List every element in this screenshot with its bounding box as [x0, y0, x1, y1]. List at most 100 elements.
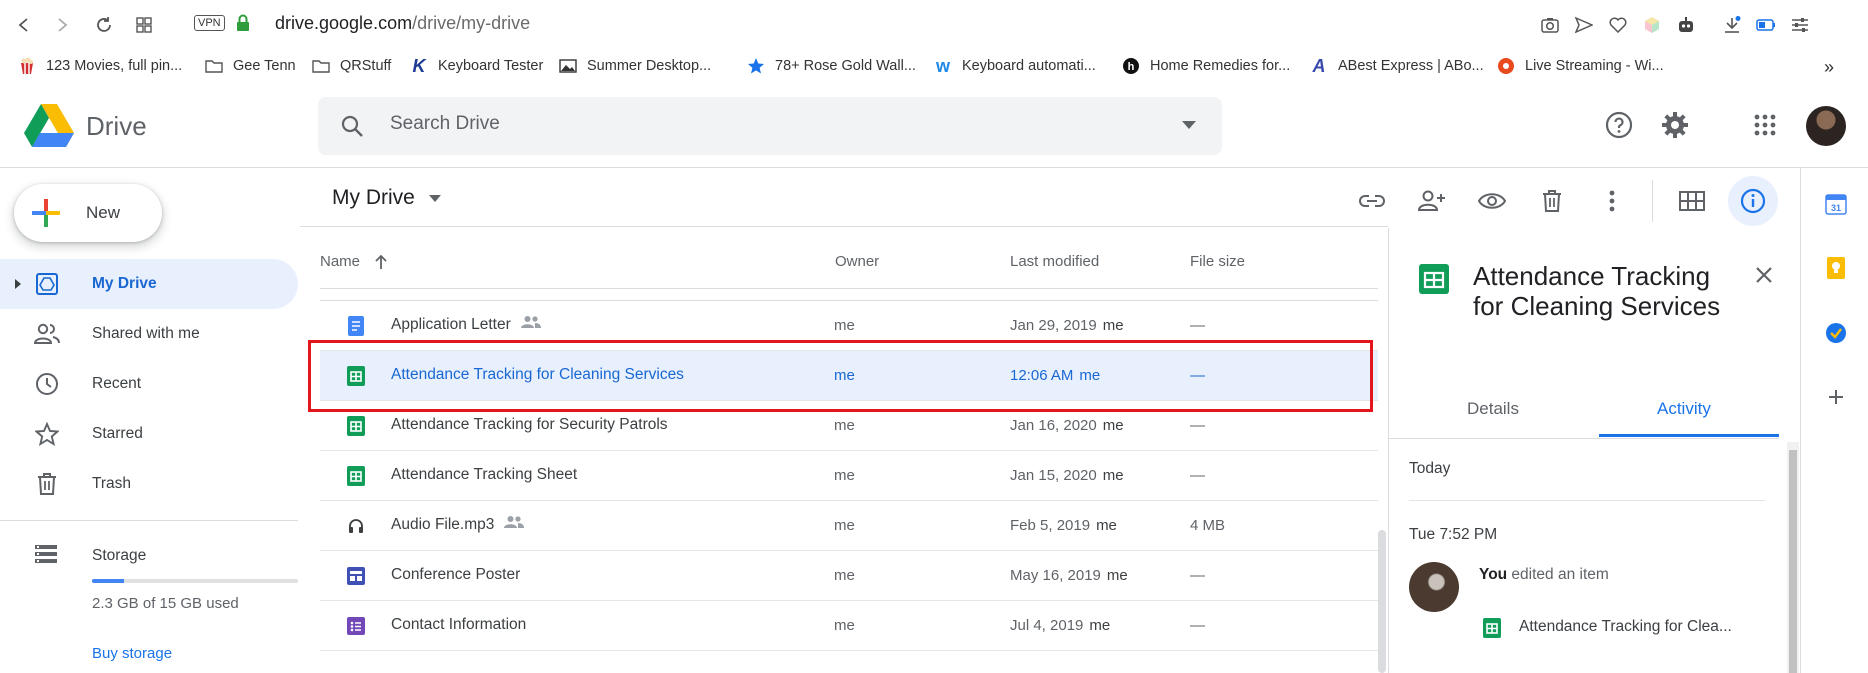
bookmark-item[interactable]: 78+ Rose Gold Wall... — [747, 57, 916, 75]
close-icon[interactable] — [1755, 266, 1773, 284]
bookmark-label: 78+ Rose Gold Wall... — [775, 58, 916, 74]
bookmark-label: ABest Express | ABo... — [1338, 58, 1484, 74]
account-avatar[interactable] — [1806, 106, 1846, 146]
expand-caret-icon[interactable] — [14, 278, 22, 290]
settings-gear-icon[interactable] — [1660, 110, 1690, 140]
settings-sliders-icon[interactable] — [1788, 13, 1812, 37]
browser-toolbar-right — [1538, 10, 1868, 40]
column-header-size[interactable]: File size — [1190, 253, 1245, 270]
add-addon-icon[interactable] — [1823, 384, 1849, 410]
reload-icon[interactable] — [90, 11, 118, 39]
file-owner: me — [834, 567, 855, 584]
sidebar: New My Drive Shared with me Recent Starr… — [0, 168, 300, 673]
table-row[interactable]: Audio File.mp3 me Feb 5, 2019 me 4 MB — [320, 501, 1378, 551]
forward-icon[interactable] — [48, 11, 76, 39]
camera-icon[interactable] — [1538, 13, 1562, 37]
help-icon[interactable] — [1604, 110, 1634, 140]
bookmark-label: Keyboard Tester — [438, 58, 544, 74]
storage-label[interactable]: Storage — [92, 547, 146, 565]
file-owner: me — [834, 517, 855, 534]
more-actions-icon[interactable] — [1594, 183, 1630, 219]
column-header-modified[interactable]: Last modified — [1010, 253, 1099, 270]
preview-eye-icon[interactable] — [1474, 183, 1510, 219]
table-row[interactable]: Contact Information me Jul 4, 2019 me — — [320, 601, 1378, 651]
bookmark-item[interactable]: K Keyboard Tester — [410, 56, 544, 76]
table-row[interactable]: Attendance Tracking for Security Patrols… — [320, 401, 1378, 451]
heart-icon[interactable] — [1606, 13, 1630, 37]
column-header-owner[interactable]: Owner — [835, 253, 879, 270]
activity-file-link[interactable]: Attendance Tracking for Clea... — [1519, 618, 1732, 636]
modified-by: me — [1089, 617, 1111, 634]
file-modified: Jul 4, 2019 me — [1010, 617, 1110, 634]
modified-date: May 16, 2019 — [1010, 567, 1101, 584]
bookmark-item[interactable]: Summer Desktop... — [559, 57, 711, 75]
more-bookmarks-icon[interactable]: » — [1824, 57, 1834, 78]
bookmark-item[interactable]: A ABest Express | ABo... — [1310, 56, 1484, 76]
cube-icon[interactable] — [1640, 13, 1664, 37]
url-field[interactable]: drive.google.com/drive/my-drive — [275, 13, 530, 34]
storage-bar — [92, 579, 298, 583]
storage-bar-fill — [92, 579, 124, 583]
bookmark-item[interactable]: h Home Remedies for... — [1122, 57, 1290, 75]
table-row[interactable]: Application Letter me Jan 29, 2019 me — — [320, 301, 1378, 351]
view-details-info-icon[interactable] — [1728, 176, 1778, 226]
sidebar-item-shared-with-me[interactable]: Shared with me — [0, 309, 298, 359]
bookmark-label: 123 Movies, full pin... — [46, 58, 183, 74]
bookmark-item[interactable]: w Keyboard automati... — [934, 56, 1096, 76]
file-modified: Feb 5, 2019 me — [1010, 517, 1117, 534]
tasks-icon[interactable] — [1823, 320, 1849, 346]
sidebar-item-trash[interactable]: Trash — [0, 459, 298, 509]
main-divider — [300, 226, 1388, 227]
activity-description: You edited an item — [1479, 566, 1609, 584]
tab-grid-icon[interactable] — [130, 11, 158, 39]
share-add-person-icon[interactable] — [1414, 183, 1450, 219]
battery-icon[interactable] — [1754, 13, 1778, 37]
grid-view-icon[interactable] — [1674, 183, 1710, 219]
back-icon[interactable] — [10, 11, 38, 39]
activity-avatar — [1409, 562, 1459, 612]
apps-grid-icon[interactable] — [1750, 110, 1780, 140]
search-options-icon[interactable] — [1182, 121, 1196, 129]
star-icon — [747, 57, 765, 75]
table-row[interactable]: Conference Poster me May 16, 2019 me — — [320, 551, 1378, 601]
bookmark-item[interactable]: QRStuff — [312, 57, 391, 75]
remove-trash-icon[interactable] — [1534, 183, 1570, 219]
details-panel: Attendance Tracking for Cleaning Service… — [1388, 228, 1800, 673]
details-scrollbar-thumb[interactable] — [1789, 450, 1797, 673]
calendar-icon[interactable]: 31 — [1823, 191, 1849, 217]
bookmark-label: Gee Tenn — [233, 58, 296, 74]
bookmark-item[interactable]: 123 Movies, full pin... — [18, 57, 182, 75]
table-row-selected[interactable]: Attendance Tracking for Cleaning Service… — [320, 351, 1378, 401]
drive-logo[interactable]: Drive — [24, 104, 147, 148]
breadcrumb[interactable]: My Drive — [332, 186, 441, 210]
search-input[interactable] — [390, 113, 1090, 135]
buy-storage-link[interactable]: Buy storage — [92, 645, 172, 662]
get-link-icon[interactable] — [1354, 183, 1390, 219]
robot-icon[interactable] — [1674, 13, 1698, 37]
tab-activity[interactable]: Activity — [1657, 399, 1711, 419]
activity-actor: You — [1479, 566, 1508, 583]
new-button[interactable]: New — [14, 184, 162, 242]
bookmark-item[interactable]: Gee Tenn — [205, 57, 296, 75]
table-row[interactable]: Attendance Tracking Sheet me Jan 15, 202… — [320, 451, 1378, 501]
file-owner: me — [834, 317, 855, 334]
vpn-badge[interactable]: VPN — [194, 15, 225, 31]
download-icon[interactable] — [1720, 13, 1744, 37]
bookmark-item[interactable]: Live Streaming - Wi... — [1497, 57, 1664, 75]
keep-icon[interactable] — [1823, 255, 1849, 281]
image-icon — [559, 57, 577, 75]
sort-arrow-up-icon[interactable] — [374, 254, 388, 270]
sidebar-item-recent[interactable]: Recent — [0, 359, 298, 409]
file-list-scrollbar[interactable] — [1378, 530, 1386, 673]
lock-icon[interactable] — [236, 14, 250, 32]
search-icon[interactable] — [340, 114, 364, 138]
tab-details[interactable]: Details — [1467, 399, 1519, 419]
search-bar[interactable] — [318, 97, 1222, 155]
sidebar-item-starred[interactable]: Starred — [0, 409, 298, 459]
plus-icon — [30, 197, 62, 229]
google-sheet-icon — [1419, 264, 1449, 294]
column-header-name[interactable]: Name — [320, 253, 388, 270]
sidebar-item-my-drive[interactable]: My Drive — [0, 259, 298, 309]
tab-activity-indicator — [1599, 434, 1779, 437]
send-icon[interactable] — [1572, 13, 1596, 37]
